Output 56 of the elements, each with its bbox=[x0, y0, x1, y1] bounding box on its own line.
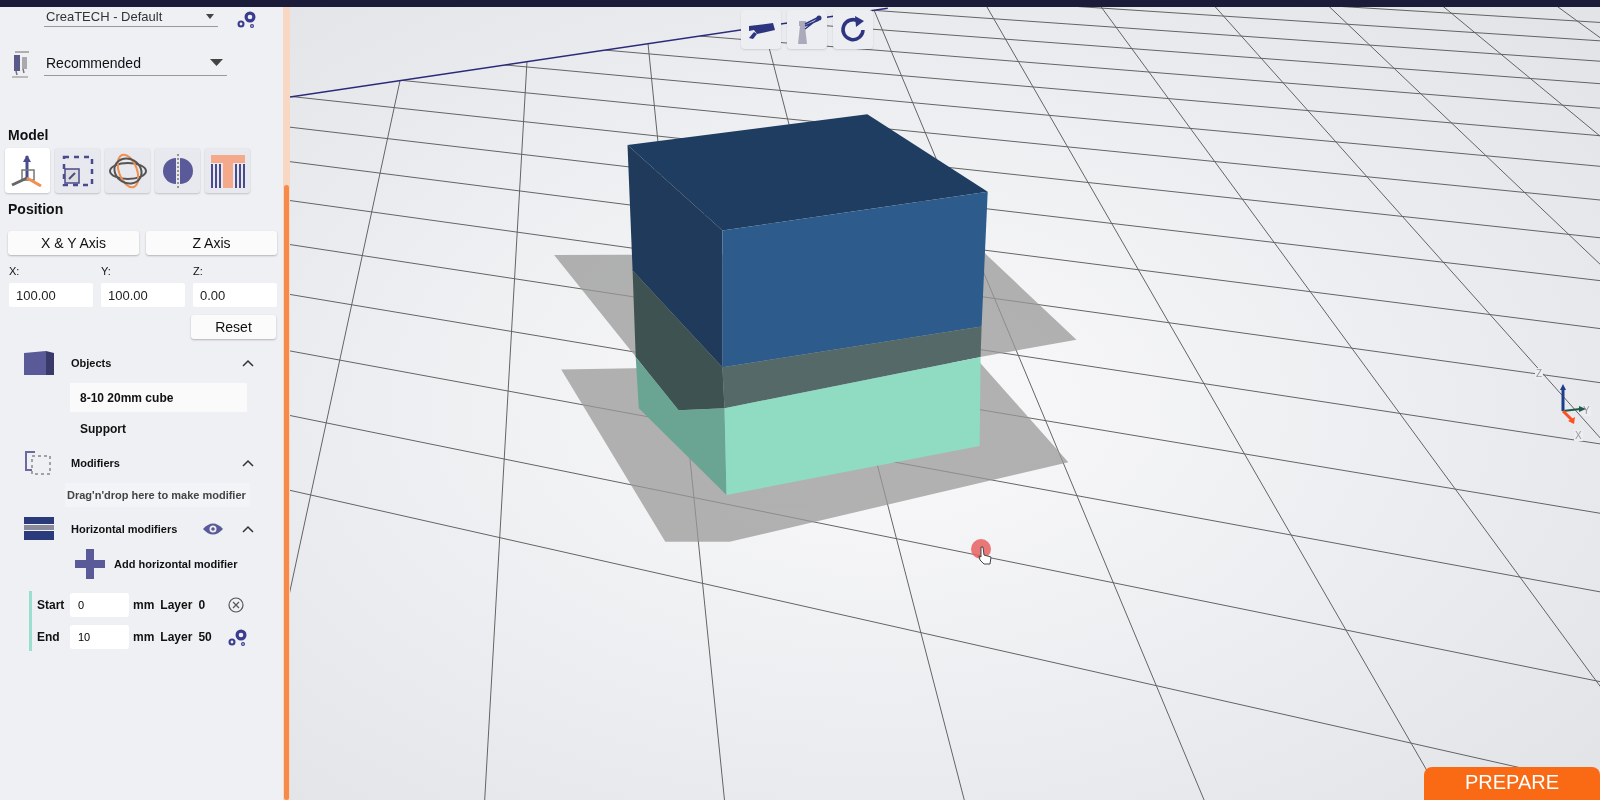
collapse-caret-icon[interactable] bbox=[242, 525, 254, 533]
eye-icon[interactable] bbox=[203, 522, 223, 536]
unit-label: mm bbox=[133, 630, 155, 644]
section-title: Objects bbox=[71, 357, 113, 369]
add-modifier-label[interactable]: Add horizontal modifier bbox=[114, 558, 238, 570]
object-list-item[interactable]: 8-10 20mm cube bbox=[70, 383, 247, 412]
model-tool-button[interactable] bbox=[105, 148, 150, 193]
dashed-frame-icon bbox=[24, 450, 54, 476]
close-circle-icon[interactable] bbox=[228, 597, 245, 613]
model-tool-button[interactable] bbox=[5, 148, 50, 193]
range-label: Start bbox=[37, 598, 66, 612]
axis-label: Z bbox=[1535, 368, 1544, 379]
layers-icon bbox=[24, 517, 54, 541]
modifier-drop-zone[interactable]: Drag'n'drop here to make modifier bbox=[65, 483, 250, 507]
printer-icon bbox=[11, 49, 31, 79]
pointer-cursor-icon bbox=[971, 539, 995, 565]
layer-number: 50 bbox=[198, 630, 213, 644]
lighthouse-view-button[interactable] bbox=[787, 10, 827, 49]
plus-icon[interactable] bbox=[75, 549, 105, 579]
camera-view-button[interactable] bbox=[741, 10, 781, 49]
model-tool-button[interactable] bbox=[55, 148, 100, 193]
section-title: Horizontal modifiers bbox=[71, 523, 179, 535]
coordinate-input[interactable]: 100.00 bbox=[9, 283, 93, 307]
object-list-item[interactable]: Support bbox=[70, 414, 247, 443]
field-label: Y: bbox=[101, 265, 112, 277]
dropdown-caret-icon bbox=[206, 14, 214, 19]
layer-label: Layer bbox=[160, 598, 193, 612]
cube-icon bbox=[24, 351, 54, 375]
dropdown-caret-icon bbox=[210, 59, 223, 66]
coordinate-input[interactable]: 100.00 bbox=[101, 283, 185, 307]
layer-label: Layer bbox=[160, 630, 193, 644]
collapse-caret-icon[interactable] bbox=[242, 459, 254, 467]
layer-number: 0 bbox=[198, 598, 207, 612]
range-label: End bbox=[37, 630, 61, 644]
quality-dropdown[interactable]: Recommended bbox=[44, 52, 227, 76]
field-label: Z: bbox=[193, 265, 204, 277]
section-title: Position bbox=[8, 201, 65, 217]
collapse-caret-icon[interactable] bbox=[242, 359, 254, 367]
section-title: Model bbox=[8, 127, 50, 143]
profile-dropdown[interactable]: CreaTECH - Default bbox=[44, 9, 218, 27]
axis-label: Y bbox=[1582, 405, 1591, 416]
reset-view-button[interactable] bbox=[833, 10, 873, 49]
scrollbar-thumb[interactable] bbox=[284, 185, 289, 800]
model-tool-button[interactable] bbox=[155, 148, 200, 193]
field-label: X: bbox=[9, 265, 21, 277]
axis-label: X bbox=[1574, 430, 1583, 441]
unit-label: mm bbox=[133, 598, 155, 612]
axis-button[interactable]: Z Axis bbox=[146, 231, 277, 255]
reset-button[interactable]: Reset bbox=[191, 315, 276, 339]
model-tool-button[interactable] bbox=[205, 148, 250, 193]
height-input[interactable]: 0 bbox=[70, 593, 129, 617]
rotate-orbit-icon bbox=[107, 151, 148, 190]
coordinate-input[interactable]: 0.00 bbox=[193, 283, 277, 307]
section-title: Modifiers bbox=[71, 457, 121, 469]
axis-button[interactable]: X & Y Axis bbox=[8, 231, 139, 255]
height-input[interactable]: 10 bbox=[70, 625, 129, 649]
